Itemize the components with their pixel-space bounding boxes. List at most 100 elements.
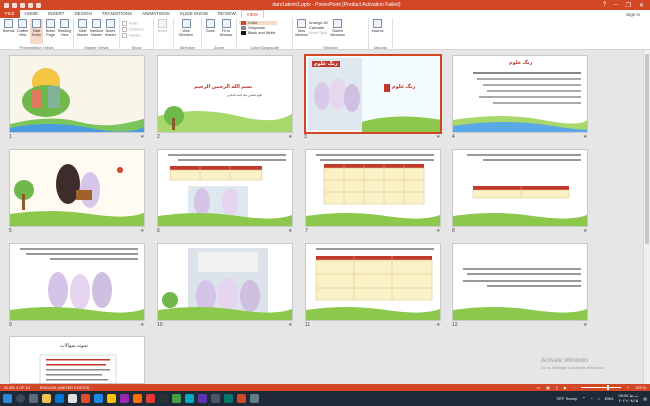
undo-icon[interactable] [20, 2, 25, 8]
app-icon-9[interactable] [250, 394, 259, 403]
store-icon[interactable] [68, 394, 77, 403]
guides-checkbox[interactable]: Guides [122, 33, 144, 38]
app-icon-4[interactable] [172, 394, 181, 403]
slide-thumbnail-4[interactable]: زنگ علوم [452, 55, 588, 133]
grayscale-option[interactable]: Grayscale [239, 26, 277, 30]
app-icon-8[interactable] [224, 394, 233, 403]
app-icon-7[interactable] [211, 394, 220, 403]
slide-thumbnail-13[interactable]: نمونه سوالات [9, 336, 145, 384]
chrome-icon[interactable] [107, 394, 116, 403]
zoom-in-icon[interactable]: + [627, 386, 629, 390]
slide-sorter-icon [32, 19, 41, 28]
volume-icon[interactable]: ♪ [598, 396, 600, 401]
macros-group: Macros Macros [369, 18, 393, 50]
slide-thumbnail-6[interactable] [157, 149, 293, 227]
ruler-checkbox[interactable]: Ruler [122, 21, 144, 26]
close-button[interactable]: ✕ [639, 2, 644, 9]
network-icon[interactable]: ◔ [590, 396, 592, 401]
notes-master-button[interactable]: Notes Master [104, 19, 117, 44]
slide-thumbnail-8[interactable] [452, 149, 588, 227]
search-icon[interactable] [16, 394, 25, 403]
black-and-white-option[interactable]: Black and White [239, 31, 277, 35]
color-option[interactable]: Color [239, 21, 278, 25]
move-split-button[interactable]: Move Split [309, 31, 328, 35]
redo-icon[interactable] [28, 2, 33, 8]
outline-view-button[interactable]: Outline View [16, 19, 29, 44]
tab-design[interactable]: DESIGN [69, 10, 96, 18]
tab-file[interactable]: FILE [0, 10, 20, 18]
handout-master-button[interactable]: Handout Master [90, 19, 103, 44]
notes-page-button[interactable]: Notes Page [44, 19, 57, 44]
slide-sorter-status-icon[interactable]: ▦ [546, 385, 550, 390]
slide-thumbnail-1[interactable] [9, 55, 145, 133]
slide-thumbnail-11[interactable] [305, 243, 441, 321]
powerpoint-icon[interactable] [237, 394, 246, 403]
status-bar: SLIDE 3 OF 13 ENGLISH (UNITED STATES) ▭ … [0, 384, 650, 391]
reading-view-button[interactable]: Reading View [58, 19, 71, 44]
fit-to-window-button[interactable]: Fit to Window [218, 19, 234, 44]
slide-thumbnail-3[interactable]: زنگ علوم زنگ علوم [304, 54, 442, 134]
macros-button[interactable]: Macros [371, 19, 384, 44]
premiere-icon[interactable] [120, 394, 129, 403]
switch-windows-button[interactable]: Switch Windows [329, 19, 347, 44]
view-direction-button[interactable]: View Direction [176, 19, 196, 44]
slide-thumbnail-9[interactable] [9, 243, 145, 321]
scrollbar-thumb[interactable] [645, 54, 649, 244]
vertical-scrollbar[interactable] [643, 50, 650, 384]
tab-transitions[interactable]: TRANSITIONS [97, 10, 137, 18]
tab-animations[interactable]: ANIMATIONS [137, 10, 175, 18]
language-indicator[interactable]: ENGLISH (UNITED STATES) [40, 386, 90, 390]
slideshow-status-icon[interactable]: ▶ [564, 385, 567, 390]
help-icon[interactable]: ? [603, 2, 606, 9]
task-view-icon[interactable] [29, 394, 38, 403]
notes-button[interactable]: Notes [156, 19, 169, 44]
app-icon-6[interactable] [198, 394, 207, 403]
acrobat-icon[interactable] [146, 394, 155, 403]
zoom-level[interactable]: 125 % [635, 386, 646, 390]
new-window-button[interactable]: New Window [295, 19, 308, 44]
app-icon-2[interactable] [94, 394, 103, 403]
slide-thumbnail-10[interactable] [157, 243, 293, 321]
slide-thumbnail-5[interactable] [9, 149, 145, 227]
slide-master-button[interactable]: Slide Master [76, 19, 89, 44]
restore-button[interactable]: ❐ [626, 2, 631, 9]
tab-home[interactable]: HOME [20, 10, 44, 18]
zoom-out-icon[interactable]: − [573, 386, 575, 390]
tab-review[interactable]: REVIEW [213, 10, 241, 18]
app-icon-1[interactable] [81, 394, 90, 403]
clock[interactable]: 09:00 ب.ظ ۲۰۲۱/۰۸/۱۵ [619, 393, 639, 403]
slide-tag: زنگ علوم [312, 61, 340, 67]
cascade-button[interactable]: Cascade [309, 26, 328, 30]
tray-chevron-icon[interactable]: ⌃ [582, 396, 585, 401]
edge-icon[interactable] [55, 394, 64, 403]
tab-view[interactable]: VIEW [240, 10, 265, 18]
reading-view-status-icon[interactable]: ▯ [556, 385, 558, 390]
minimize-button[interactable]: – [614, 2, 617, 9]
zoom-button[interactable]: Zoom [204, 19, 217, 44]
save-icon[interactable] [12, 2, 17, 8]
weather-widget[interactable]: 78°F Sunny [556, 396, 577, 401]
sign-in-link[interactable]: Sign in [626, 12, 650, 17]
start-slideshow-icon[interactable] [36, 2, 41, 8]
gridlines-checkbox[interactable]: Gridlines [122, 27, 144, 32]
tab-insert[interactable]: INSERT [43, 10, 69, 18]
slide-thumbnail-12[interactable] [452, 243, 588, 321]
slide-thumbnail-2[interactable]: بسم الله الرحمن الرحيم اللهم العلمين بعل… [157, 55, 293, 133]
normal-view-button[interactable]: Normal [2, 19, 15, 44]
window-title: dars1akom1.pptx - PowerPoint (Product Ac… [272, 2, 401, 8]
tab-slide-show[interactable]: SLIDE SHOW [175, 10, 213, 18]
app-icon-5[interactable] [185, 394, 194, 403]
normal-view-status-icon[interactable]: ▭ [537, 385, 541, 390]
zoom-slider[interactable] [581, 385, 621, 390]
notification-icon[interactable]: ▤ [643, 396, 647, 401]
slide-thumbnail-7[interactable] [305, 149, 441, 227]
illustrator-icon[interactable] [133, 394, 142, 403]
slide-12-art [453, 244, 587, 320]
language-tray[interactable]: ENG [605, 396, 614, 401]
arrange-all-button[interactable]: Arrange All [309, 21, 328, 25]
file-explorer-icon[interactable] [42, 394, 51, 403]
app-icon-3[interactable] [159, 394, 168, 403]
start-windows-icon[interactable] [3, 394, 12, 403]
slide-6-art [158, 150, 292, 226]
slide-sorter-button[interactable]: Slide Sorter [30, 19, 43, 44]
